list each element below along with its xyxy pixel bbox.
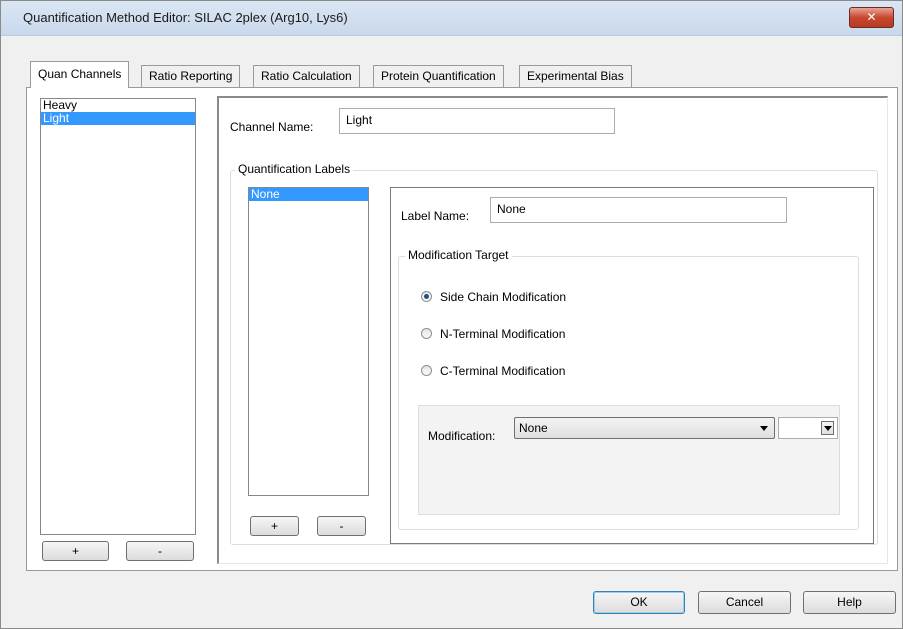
label-details-panel: Label Name: None Modification Target Sid… [390,187,874,544]
radio-button-icon[interactable] [421,328,432,339]
quantification-labels-title: Quantification Labels [235,162,354,176]
channel-name-input[interactable]: Light [339,108,615,134]
tab-quan-channels[interactable]: Quan Channels [30,61,130,88]
channel-list[interactable]: Heavy Light [40,98,196,535]
quantification-label-list[interactable]: None [248,187,369,496]
modification-dropdown[interactable]: None [514,417,775,439]
chevron-down-icon [760,426,768,431]
add-label-button[interactable]: + [250,516,299,536]
close-button[interactable]: ✕ [849,7,894,28]
radio-button-checked-icon[interactable] [421,291,432,302]
tab-protein-quantification[interactable]: Protein Quantification [373,65,504,87]
tab-label: Protein Quantification [381,69,496,83]
tab-ratio-reporting[interactable]: Ratio Reporting [141,65,241,87]
add-icon: + [270,519,278,533]
dialog-footer: OK Cancel Help [1,576,902,628]
chevron-down-icon [824,426,832,431]
tab-ratio-calculation[interactable]: Ratio Calculation [253,65,360,87]
remove-channel-button[interactable]: - [126,541,194,561]
remove-icon: - [158,544,162,558]
radio-button-icon[interactable] [421,365,432,376]
ok-button[interactable]: OK [593,591,685,614]
list-item-none[interactable]: None [249,188,368,201]
title-bar[interactable]: Quantification Method Editor: SILAC 2ple… [1,1,902,36]
tab-label: Ratio Reporting [149,69,233,83]
help-button[interactable]: Help [803,591,896,614]
radio-c-terminal-label: C-Terminal Modification [440,364,566,378]
radio-side-chain-label: Side Chain Modification [440,290,567,304]
list-item-light[interactable]: Light [41,112,195,125]
modification-secondary-dropdown[interactable] [778,417,838,439]
radio-n-terminal-label: N-Terminal Modification [440,327,566,341]
label-name-input[interactable]: None [490,197,787,223]
modification-panel: Modification: None [418,405,840,515]
window-title: Quantification Method Editor: SILAC 2ple… [23,10,348,25]
remove-label-button[interactable]: - [317,516,366,536]
modification-dropdown-value: None [519,421,548,435]
remove-icon: - [339,519,344,533]
channel-name-label: Channel Name: [230,120,314,134]
close-icon: ✕ [866,10,877,24]
tab-experimental-bias[interactable]: Experimental Bias [519,65,632,87]
label-name-label: Label Name: [401,209,470,223]
tab-label: Experimental Bias [527,69,624,83]
modification-target-title: Modification Target [405,248,512,262]
channel-details-panel: Channel Name: Light Quantification Label… [217,96,888,564]
add-channel-button[interactable]: + [42,541,109,561]
tab-panel-quan-channels: Heavy Light + - Channel Name: Light Quan… [26,87,898,571]
tab-label: Quan Channels [38,67,122,81]
add-icon: + [71,544,79,558]
cancel-button[interactable]: Cancel [698,591,791,614]
tab-label: Ratio Calculation [261,69,352,83]
modification-label: Modification: [428,429,496,443]
dropdown-button[interactable] [821,421,834,435]
dialog-window: Quantification Method Editor: SILAC 2ple… [0,0,903,629]
